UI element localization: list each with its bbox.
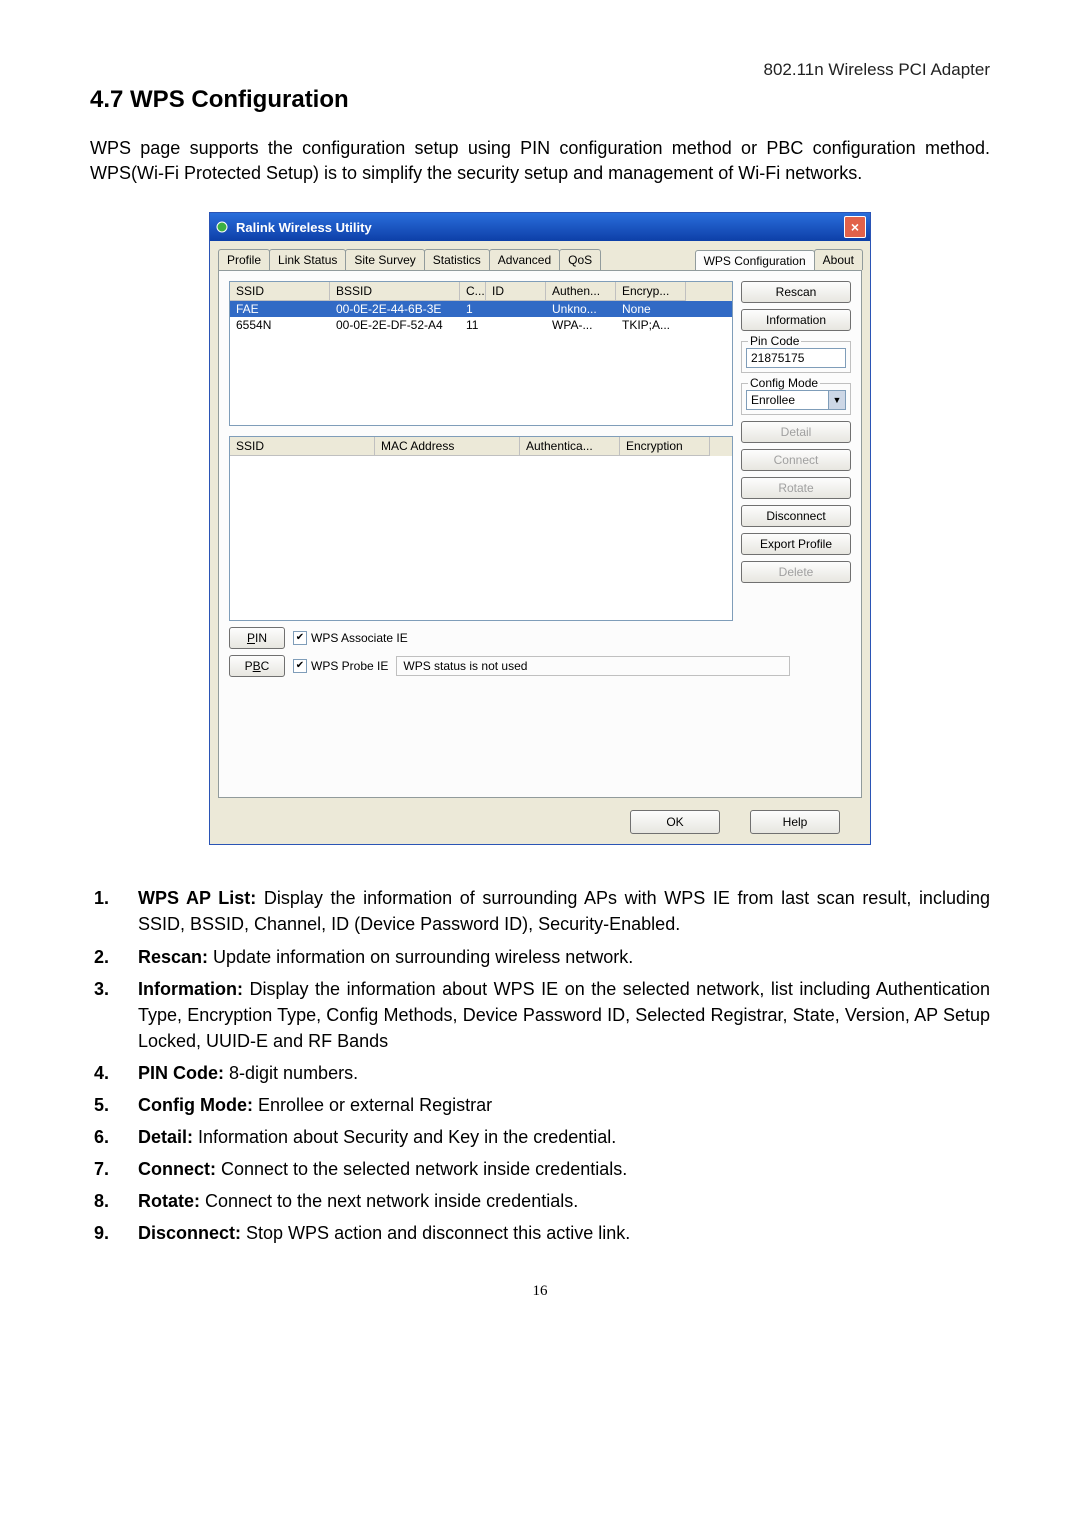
wps-probe-ie-checkbox[interactable]: ✔ WPS Probe IE: [293, 659, 388, 673]
tab-statistics[interactable]: Statistics: [424, 249, 490, 270]
tab-link-status[interactable]: Link Status: [269, 249, 346, 270]
col-id[interactable]: ID: [486, 282, 546, 301]
tab-strip: Profile Link Status Site Survey Statisti…: [210, 241, 870, 270]
tab-wps-configuration[interactable]: WPS Configuration: [695, 250, 815, 271]
ralink-utility-dialog: Ralink Wireless Utility × Profile Link S…: [209, 212, 871, 845]
cell-id: [486, 301, 546, 317]
cell-auth: Unkno...: [546, 301, 616, 317]
col-bssid[interactable]: BSSID: [330, 282, 460, 301]
config-mode-label: Config Mode: [748, 376, 820, 390]
wps-status: WPS status is not used: [396, 656, 790, 676]
cell-enc: TKIP;A...: [616, 317, 686, 333]
list-item: Connect: Connect to the selected network…: [94, 1156, 990, 1182]
tab-qos[interactable]: QoS: [559, 249, 601, 270]
export-profile-button[interactable]: Export Profile: [741, 533, 851, 555]
tab-advanced[interactable]: Advanced: [489, 249, 560, 270]
pbc-button[interactable]: PBC: [229, 655, 285, 677]
cell-ssid: FAE: [230, 301, 330, 317]
cell-channel: 11: [460, 317, 486, 333]
list-item: Disconnect: Stop WPS action and disconne…: [94, 1220, 990, 1246]
col-encryption[interactable]: Encryption: [620, 437, 710, 456]
cell-enc: None: [616, 301, 686, 317]
col-authentication[interactable]: Authentica...: [520, 437, 620, 456]
config-mode-group: Config Mode Enrollee ▼: [741, 383, 851, 415]
doc-header: 802.11n Wireless PCI Adapter: [90, 60, 990, 80]
ap-row[interactable]: FAE 00-0E-2E-44-6B-3E 1 Unkno... None: [230, 301, 732, 317]
disconnect-button[interactable]: Disconnect: [741, 505, 851, 527]
ok-button[interactable]: OK: [630, 810, 720, 834]
wps-method-controls: PIN ✔ WPS Associate IE PBC ✔ WPS Probe I…: [229, 627, 790, 677]
rotate-button[interactable]: Rotate: [741, 477, 851, 499]
tab-profile[interactable]: Profile: [218, 249, 270, 270]
credential-list[interactable]: SSID MAC Address Authentica... Encryptio…: [229, 436, 733, 621]
dialog-footer: OK Help: [210, 802, 870, 844]
tab-about[interactable]: About: [814, 249, 863, 270]
chevron-down-icon: ▼: [828, 391, 845, 409]
app-icon: [214, 219, 230, 235]
intro-paragraph: WPS page supports the configuration setu…: [90, 136, 990, 186]
connect-button[interactable]: Connect: [741, 449, 851, 471]
checkbox-icon: ✔: [293, 659, 307, 673]
ap-row[interactable]: 6554N 00-0E-2E-DF-52-A4 11 WPA-... TKIP;…: [230, 317, 732, 333]
window-title: Ralink Wireless Utility: [236, 220, 844, 235]
tab-site-survey[interactable]: Site Survey: [345, 249, 424, 270]
information-button[interactable]: Information: [741, 309, 851, 331]
wps-ap-list[interactable]: SSID BSSID C... ID Authen... Encryp... F…: [229, 281, 733, 426]
cell-bssid: 00-0E-2E-DF-52-A4: [330, 317, 460, 333]
page-number: 16: [90, 1283, 990, 1300]
wps-associate-ie-label: WPS Associate IE: [311, 631, 408, 645]
col-authentication[interactable]: Authen...: [546, 282, 616, 301]
wps-probe-ie-label: WPS Probe IE: [311, 659, 388, 673]
config-mode-value: Enrollee: [747, 391, 828, 409]
delete-button[interactable]: Delete: [741, 561, 851, 583]
col-mac[interactable]: MAC Address: [375, 437, 520, 456]
col-ssid[interactable]: SSID: [230, 282, 330, 301]
detail-button[interactable]: Detail: [741, 421, 851, 443]
col-channel[interactable]: C...: [460, 282, 486, 301]
titlebar: Ralink Wireless Utility ×: [210, 213, 870, 241]
tab-body: SSID BSSID C... ID Authen... Encryp... F…: [218, 270, 862, 798]
side-buttons: Rescan Information Pin Code Config Mode …: [741, 281, 851, 787]
section-title: 4.7 WPS Configuration: [90, 86, 990, 114]
config-mode-select[interactable]: Enrollee ▼: [746, 390, 846, 410]
col-ssid[interactable]: SSID: [230, 437, 375, 456]
pin-code-group: Pin Code: [741, 341, 851, 373]
list-item: Detail: Information about Security and K…: [94, 1124, 990, 1150]
close-icon[interactable]: ×: [844, 216, 866, 238]
pin-button[interactable]: PIN: [229, 627, 285, 649]
cell-auth: WPA-...: [546, 317, 616, 333]
help-button[interactable]: Help: [750, 810, 840, 834]
list-item: Rotate: Connect to the next network insi…: [94, 1188, 990, 1214]
list-item: PIN Code: 8-digit numbers.: [94, 1060, 990, 1086]
list-item: Config Mode: Enrollee or external Regist…: [94, 1092, 990, 1118]
list-item: Information: Display the information abo…: [94, 976, 990, 1054]
cell-id: [486, 317, 546, 333]
list-item: Rescan: Update information on surroundin…: [94, 944, 990, 970]
cell-channel: 1: [460, 301, 486, 317]
rescan-button[interactable]: Rescan: [741, 281, 851, 303]
col-encryption[interactable]: Encryp...: [616, 282, 686, 301]
cell-bssid: 00-0E-2E-44-6B-3E: [330, 301, 460, 317]
feature-list: WPS AP List: Display the information of …: [94, 885, 990, 1246]
cell-ssid: 6554N: [230, 317, 330, 333]
pin-code-label: Pin Code: [748, 334, 801, 348]
wps-associate-ie-checkbox[interactable]: ✔ WPS Associate IE: [293, 631, 408, 645]
pin-code-input[interactable]: [746, 348, 846, 368]
list-item: WPS AP List: Display the information of …: [94, 885, 990, 937]
checkbox-icon: ✔: [293, 631, 307, 645]
